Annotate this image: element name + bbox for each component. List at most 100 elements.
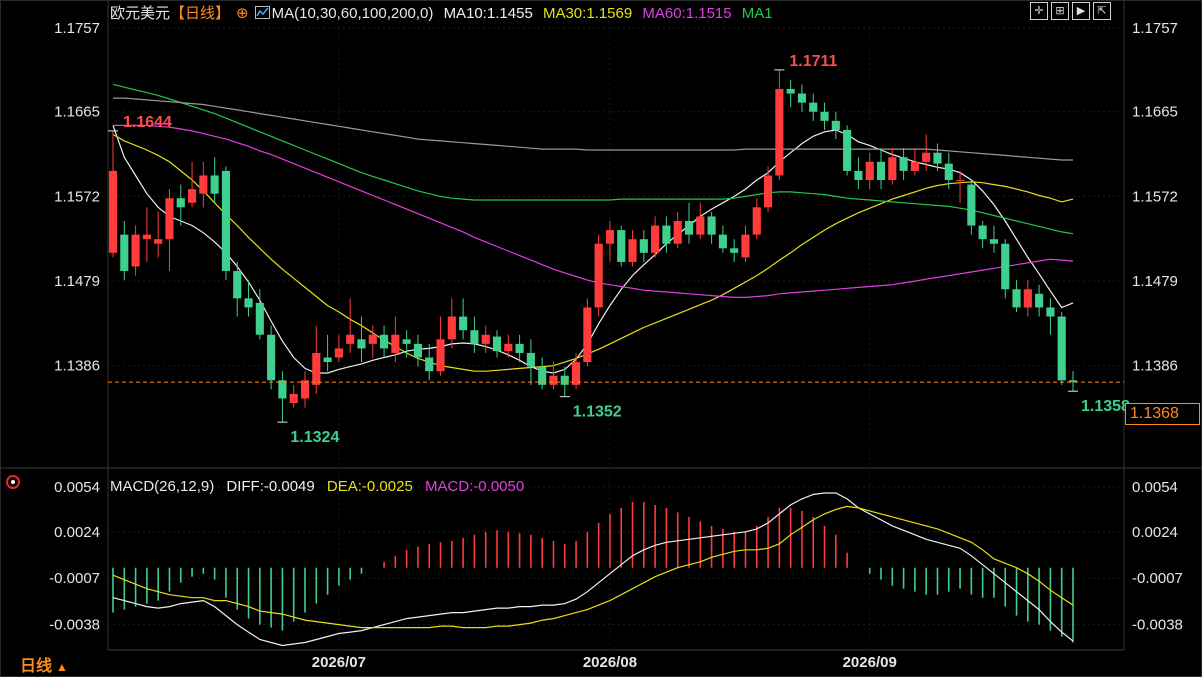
candle-body [346, 334, 355, 344]
candle-body [165, 198, 174, 240]
candle-body [131, 234, 140, 267]
candle-body [571, 362, 581, 385]
candle-body [176, 198, 185, 208]
price-annotation-low: 1.1352 [573, 404, 622, 421]
ma-line-ma60 [113, 124, 1074, 298]
candle-body [741, 234, 750, 258]
price-tick-label-left: 1.1479 [54, 273, 100, 290]
candle-body [955, 180, 965, 182]
price-tick-label-left: 1.1572 [54, 188, 100, 205]
candle-body [379, 334, 389, 349]
candle-body [526, 352, 535, 367]
candle-body [910, 161, 919, 171]
candle-body [696, 216, 705, 235]
macd-value: MACD:-0.0050 [424, 478, 525, 495]
price-tick-label-left: 1.1386 [54, 358, 100, 375]
candle-body [481, 334, 490, 344]
add-circle-icon[interactable]: ⊕ [236, 5, 249, 22]
date-tick-label: 2026/07 [312, 654, 366, 671]
candle-body [775, 88, 784, 176]
candle-body [300, 380, 310, 399]
price-tick-label-right: 1.1479 [1132, 273, 1178, 290]
candle-body [854, 170, 863, 181]
candle-body [187, 189, 197, 203]
period-label[interactable]: 【日线】 [170, 5, 230, 22]
kline-chart[interactable]: 1.1757 1.1757 1.1665 1.1665 1.1572 1.1572 1.14… [0, 0, 1202, 677]
candle-body [662, 225, 671, 244]
candle-body [718, 234, 727, 249]
candle-body [876, 161, 886, 181]
diff-value: DIFF:-0.0049 [226, 478, 315, 495]
expand-icon[interactable]: ⇱ [1093, 2, 1111, 20]
candle-body [549, 375, 558, 385]
candle-body [617, 230, 626, 262]
symbol-name: 欧元美元 [110, 5, 171, 22]
date-tick-label: 2026/08 [583, 654, 637, 671]
candle-body [1046, 307, 1055, 317]
crosshair-icon[interactable]: ✛ [1030, 2, 1048, 20]
ma30-value: MA30:1.1569 [542, 5, 633, 22]
macd-tick-label-left: 0.0054 [54, 479, 100, 496]
price-annotation-low: 1.1358 [1081, 398, 1130, 415]
ma-indicator-icon[interactable] [254, 6, 270, 19]
candle-body [989, 239, 999, 244]
candle-body [289, 393, 298, 404]
price-annotation-high: 1.1644 [123, 114, 172, 131]
macd-title: MACD(26,12,9) [110, 478, 215, 495]
play-icon[interactable]: ▶ [1072, 2, 1090, 20]
macd-tick-label-left: -0.0038 [49, 617, 100, 634]
candle-body [899, 157, 908, 171]
candle-body [583, 307, 592, 363]
candle-body [459, 316, 468, 331]
price-tick-label-right: 1.1572 [1132, 188, 1178, 205]
indicator-settings-icon[interactable] [6, 475, 20, 489]
macd-tick-label-right: -0.0038 [1132, 617, 1183, 634]
candle-body [967, 184, 976, 226]
candle-body [391, 334, 400, 353]
candle-body [154, 239, 163, 244]
candle-body [820, 111, 829, 121]
ma10-value: MA10:1.1455 [443, 5, 533, 22]
macd-tick-label-left: 0.0024 [54, 524, 100, 541]
candle-body [1012, 289, 1021, 308]
candle-body [978, 225, 987, 240]
candle-body [786, 88, 795, 94]
candle-body [797, 93, 807, 103]
candle-body [1035, 293, 1044, 308]
ma-line-ma10 [112, 125, 1074, 374]
candle-body [1001, 243, 1010, 290]
candle-body [470, 330, 479, 344]
candle-body [142, 234, 151, 240]
candle-body [492, 336, 502, 352]
candle-body [809, 102, 818, 112]
candle-body [944, 163, 953, 181]
candle-body [933, 152, 942, 164]
candle-body [233, 271, 242, 299]
candle-body [357, 339, 366, 349]
bar-mode-icon[interactable]: ⊞ [1051, 2, 1069, 20]
candle-body [605, 230, 615, 244]
chart-header: 欧元美元【日线】 ⊕ MA(10,30,60,100,200,0) MA10:1.1… [110, 2, 779, 23]
period-switch-label: 日线 [20, 658, 53, 675]
price-annotation-high: 1.1711 [789, 53, 837, 70]
candle-body [120, 234, 129, 272]
candle-body [199, 175, 208, 194]
candle-body [447, 316, 456, 340]
candle-body [436, 339, 445, 372]
candle-body [707, 216, 716, 235]
price-tick-label-right: 1.1665 [1132, 104, 1178, 121]
candle-body [413, 343, 423, 358]
period-switch[interactable]: 日线 ▲ [20, 652, 68, 676]
ma60-value: MA60:1.1515 [642, 5, 732, 22]
candle-body [843, 129, 852, 171]
candle-body [639, 239, 648, 253]
candle-body [831, 120, 840, 130]
candle-body [1023, 289, 1032, 308]
price-annotation-low: 1.1324 [290, 429, 339, 446]
candle-body [278, 380, 287, 399]
candle-body [244, 298, 253, 308]
current-price-tag: 1.1368 [1125, 403, 1200, 425]
candle-body [628, 239, 637, 262]
macd-tick-label-right: 0.0024 [1132, 524, 1178, 541]
ma-params: MA(10,30,60,100,200,0) [271, 5, 434, 22]
